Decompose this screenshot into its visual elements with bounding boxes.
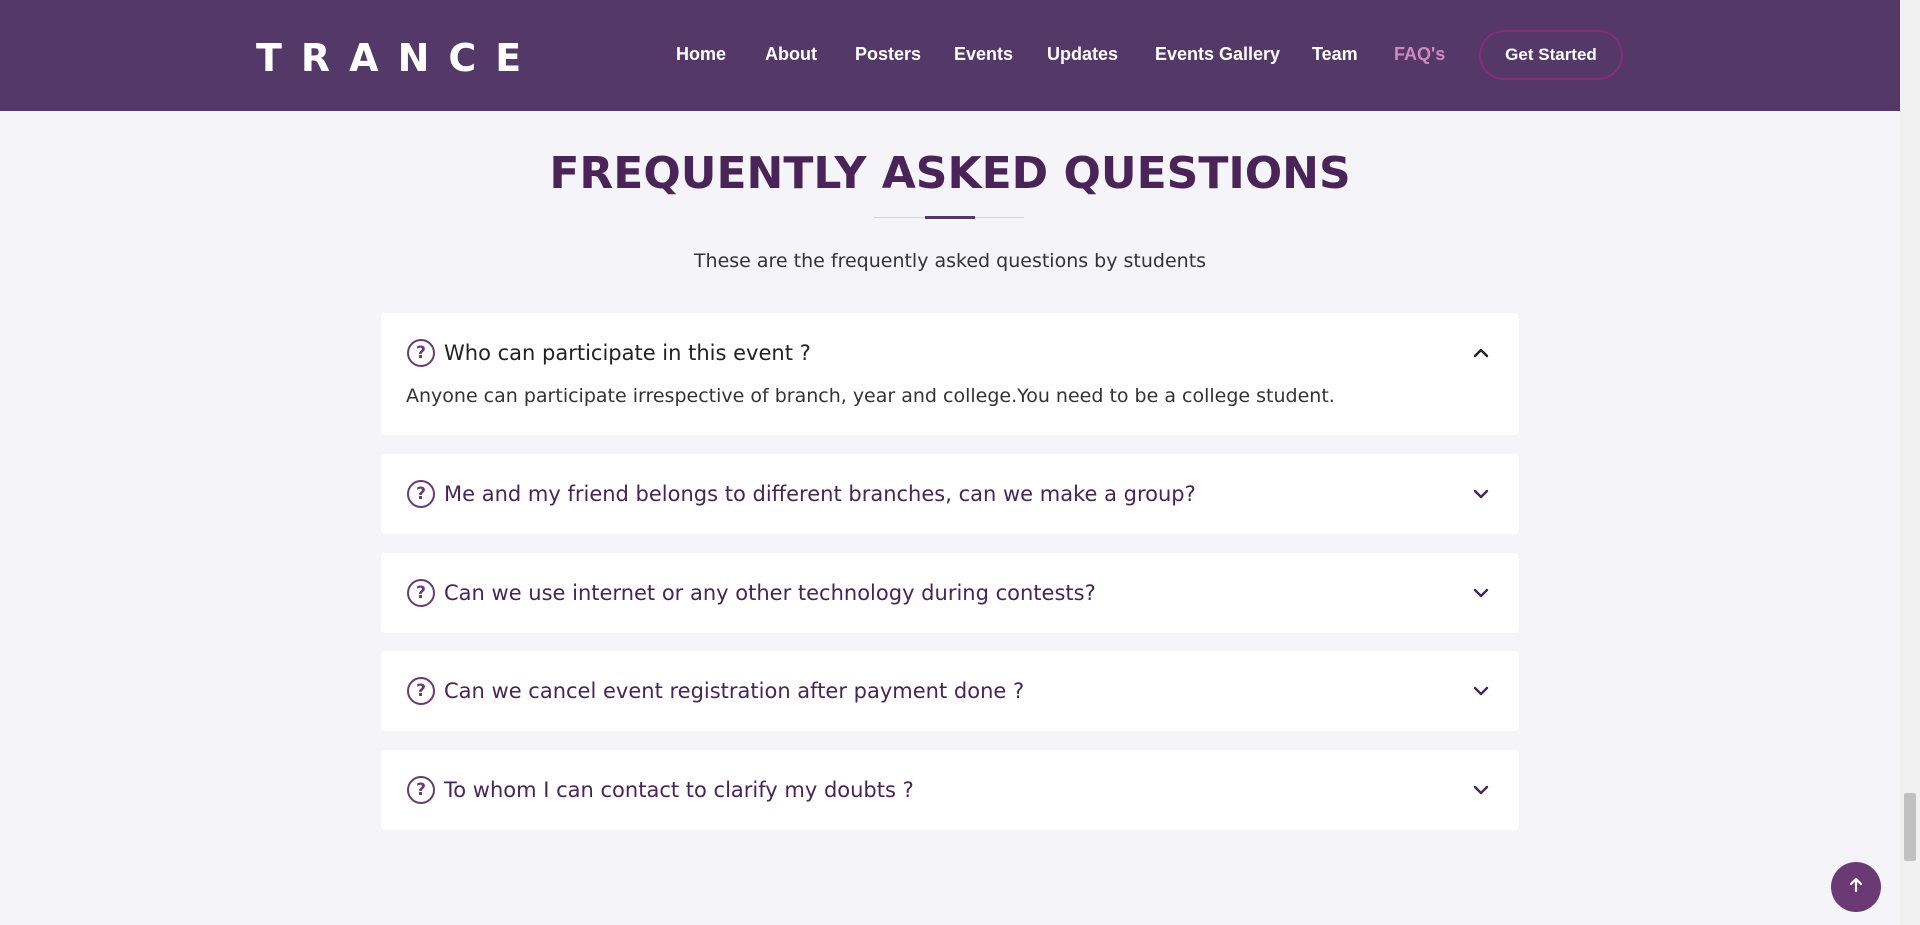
question-circle-icon: ? — [407, 339, 435, 367]
faq-question: Me and my friend belongs to different br… — [444, 482, 1196, 506]
faq-question-toggle[interactable]: ? Me and my friend belongs to different … — [407, 454, 1196, 534]
faq-question: Can we use internet or any other technol… — [444, 581, 1096, 605]
nav-events-gallery[interactable]: Events Gallery — [1155, 44, 1280, 65]
section-title: FREQUENTLY ASKED QUESTIONS — [549, 148, 1351, 199]
faq-item[interactable]: ? Can we use internet or any other techn… — [381, 553, 1519, 633]
page-scrollbar[interactable] — [1900, 0, 1920, 925]
nav-about[interactable]: About — [765, 44, 817, 65]
question-circle-icon: ? — [407, 579, 435, 607]
title-divider-accent — [925, 216, 975, 219]
faq-answer: Anyone can participate irrespective of b… — [406, 385, 1335, 407]
chevron-down-icon[interactable] — [1473, 651, 1489, 731]
nav-events[interactable]: Events — [954, 44, 1013, 65]
faq-question: To whom I can contact to clarify my doub… — [444, 778, 914, 802]
question-circle-icon: ? — [407, 776, 435, 804]
question-circle-icon: ? — [407, 677, 435, 705]
get-started-button[interactable]: Get Started — [1479, 30, 1623, 80]
chevron-down-icon[interactable] — [1473, 454, 1489, 534]
chevron-down-icon[interactable] — [1473, 553, 1489, 633]
faq-question-toggle[interactable]: ? To whom I can contact to clarify my do… — [407, 750, 914, 830]
faq-question-toggle[interactable]: ? Can we use internet or any other techn… — [407, 553, 1096, 633]
scrollbar-thumb[interactable] — [1904, 793, 1916, 861]
faq-question-toggle[interactable]: ? Can we cancel event registration after… — [407, 651, 1024, 731]
nav-updates[interactable]: Updates — [1047, 44, 1118, 65]
faq-question-toggle[interactable]: ? Who can participate in this event ? — [407, 313, 811, 393]
chevron-up-icon[interactable] — [1473, 313, 1489, 393]
back-to-top-button[interactable] — [1831, 862, 1881, 912]
nav-home[interactable]: Home — [676, 44, 726, 65]
nav-posters[interactable]: Posters — [855, 44, 921, 65]
site-header: TRANCE Home About Posters Events Updates… — [0, 0, 1900, 111]
chevron-down-icon[interactable] — [1473, 750, 1489, 830]
question-circle-icon: ? — [407, 480, 435, 508]
faq-item[interactable]: ? Me and my friend belongs to different … — [381, 454, 1519, 534]
arrow-up-icon — [1847, 876, 1865, 898]
faq-question: Who can participate in this event ? — [444, 341, 811, 365]
nav-faqs[interactable]: FAQ's — [1394, 44, 1445, 65]
faq-item[interactable]: ? To whom I can contact to clarify my do… — [381, 750, 1519, 830]
faq-question: Can we cancel event registration after p… — [444, 679, 1025, 703]
section-subtitle: These are the frequently asked questions… — [693, 250, 1207, 272]
nav-team[interactable]: Team — [1312, 44, 1358, 65]
faq-item[interactable]: ? Can we cancel event registration after… — [381, 651, 1519, 731]
faq-item: ? Who can participate in this event ? An… — [381, 313, 1519, 435]
